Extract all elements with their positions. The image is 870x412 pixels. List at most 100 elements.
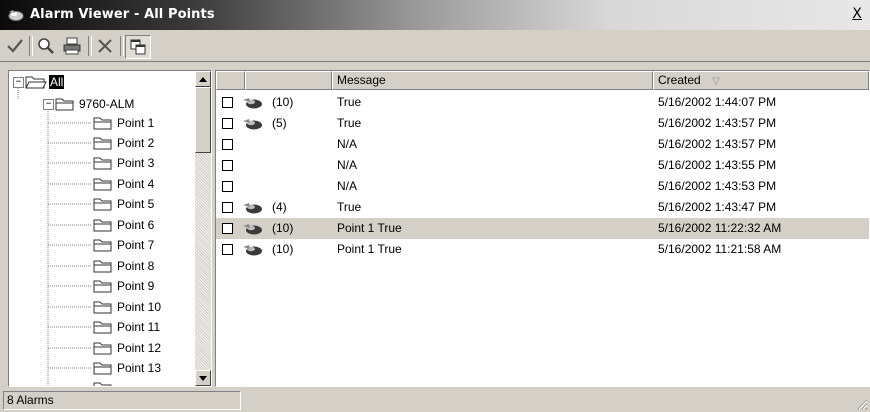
tree-node-point[interactable]: Point 8 [93,256,154,276]
tree-node-point[interactable]: Point 5 [93,194,154,214]
acknowledge-checkbox[interactable] [222,118,233,129]
checkmark-icon [7,39,23,53]
folder-icon [93,219,112,232]
tree-node-label: All [49,75,65,89]
tree-node-label: Point 9 [117,279,155,293]
alarm-count: 8 Alarms [3,391,241,410]
close-button[interactable]: X [848,6,866,23]
tree-node-label: Point 12 [117,341,162,355]
title-bar[interactable]: Alarm Viewer - All Points X [0,0,870,30]
scroll-down-button[interactable] [195,370,211,386]
delete-x-icon [98,39,112,53]
folder-icon [93,342,112,355]
tree-node-label: Point 5 [117,197,155,211]
tree-node-point[interactable]: Point 13 [93,358,161,378]
tree-node-point[interactable]: Point 10 [93,297,161,317]
acknowledge-checkbox[interactable] [222,244,233,255]
sort-descending-icon: ▽ [712,76,720,87]
folder-icon [93,178,112,191]
alarm-message: True [337,116,362,130]
folder-icon [93,280,112,293]
tree-node-point[interactable]: Point 1 [93,113,154,133]
tile-button[interactable] [125,35,151,59]
alarm-created-time: 5/16/2002 1:43:57 PM [658,137,777,151]
tree-node-label: Point 13 [117,361,162,375]
folder-icon [93,382,112,386]
collapse-toggle-root[interactable]: − [13,77,24,88]
acknowledge-checkbox[interactable] [222,223,233,234]
folder-icon [93,260,112,273]
column-header-created[interactable]: Created ▽ [653,71,869,90]
scroll-up-button[interactable] [195,71,211,87]
folder-icon [93,362,112,375]
alarm-priority: (10) [272,221,294,235]
collapse-toggle-group[interactable]: − [43,99,54,110]
resize-grip-icon[interactable] [856,398,868,410]
tree-node-point[interactable]: Point 4 [93,174,154,194]
acknowledge-checkbox[interactable] [222,139,233,150]
alarm-bell-icon [242,244,264,259]
alarm-priority: (5) [272,116,287,130]
tree-node-point[interactable]: Point 11 [93,317,160,337]
folder-icon [93,137,112,150]
tree-node-label: Point 3 [117,156,155,170]
tree-node-point[interactable]: Point 7 [93,235,154,255]
table-row[interactable]: N/A 5/16/2002 1:43:55 PM [216,155,869,176]
alarm-priority: (10) [272,242,294,256]
tree-node-point[interactable]: Point 2 [93,133,154,153]
table-row[interactable]: (10) Point 1 True 5/16/2002 11:21:58 AM [216,239,869,260]
alarm-message: N/A [337,179,358,193]
tree-node-group[interactable]: 9760-ALM [55,94,134,114]
arrow-down-icon [199,375,207,381]
scroll-thumb[interactable] [195,87,211,153]
alarm-created-time: 5/16/2002 11:22:32 AM [658,221,782,235]
tree-node-point[interactable]: Point 12 [93,338,161,358]
table-row[interactable]: (10) Point 1 True 5/16/2002 11:22:32 AM [216,218,869,239]
folder-icon [93,157,112,170]
folder-icon [93,321,112,334]
acknowledge-checkbox[interactable] [222,202,233,213]
table-row[interactable]: (10) True 5/16/2002 1:44:07 PM [216,92,869,113]
acknowledge-checkbox[interactable] [222,160,233,171]
table-row[interactable]: (4) True 5/16/2002 1:43:47 PM [216,197,869,218]
acknowledge-button[interactable] [3,35,27,57]
table-row[interactable]: N/A 5/16/2002 1:43:53 PM [216,176,869,197]
alarm-created-time: 5/16/2002 1:43:57 PM [658,116,777,130]
tree-node-point-partial[interactable] [93,378,113,386]
alarm-bell-icon [242,202,264,217]
delete-button[interactable] [93,35,117,57]
alarm-bell-icon [242,118,264,133]
tree-node-label: Point 6 [117,218,155,232]
column-header-check[interactable] [216,71,245,90]
magnifier-icon [38,38,54,54]
arrow-up-icon [199,76,207,82]
tree-node-label: Point 4 [117,177,155,191]
tree-node-label: Point 11 [117,320,161,334]
point-tree[interactable]: − All − 9760-ALM Point 1 Point 2 Point 3… [8,70,212,387]
tree-node-point[interactable]: Point 9 [93,276,154,296]
folder-icon [93,198,112,211]
table-row[interactable]: N/A 5/16/2002 1:43:57 PM [216,134,869,155]
tree-node-point[interactable]: Point 3 [93,153,154,173]
tree-node-label: Point 10 [117,300,162,314]
toolbar-separator [88,36,92,56]
alarm-created-time: 5/16/2002 1:43:47 PM [658,200,777,214]
alarm-viewer-window: Alarm Viewer - All Points X − All − 9760… [0,0,870,412]
column-header-priority[interactable] [245,71,332,90]
open-folder-icon [25,76,47,89]
find-button[interactable] [34,35,58,57]
alarm-created-time: 5/16/2002 11:21:58 AM [658,242,782,256]
alarm-created-time: 5/16/2002 1:43:55 PM [658,158,777,172]
tree-scrollbar[interactable] [195,71,211,386]
print-button[interactable] [60,35,84,57]
alarm-message: True [337,200,362,214]
status-bar: 8 Alarms [0,390,870,412]
tree-node-point[interactable]: Point 6 [93,215,154,235]
tree-node-label: Point 1 [117,116,155,130]
acknowledge-checkbox[interactable] [222,181,233,192]
acknowledge-checkbox[interactable] [222,97,233,108]
table-row[interactable]: (5) True 5/16/2002 1:43:57 PM [216,113,869,134]
column-header-message[interactable]: Message [332,71,653,90]
alarm-list[interactable]: Message Created ▽ (10) True 5/16/2002 1:44… [215,70,870,387]
tree-node-root[interactable]: All [25,72,65,92]
